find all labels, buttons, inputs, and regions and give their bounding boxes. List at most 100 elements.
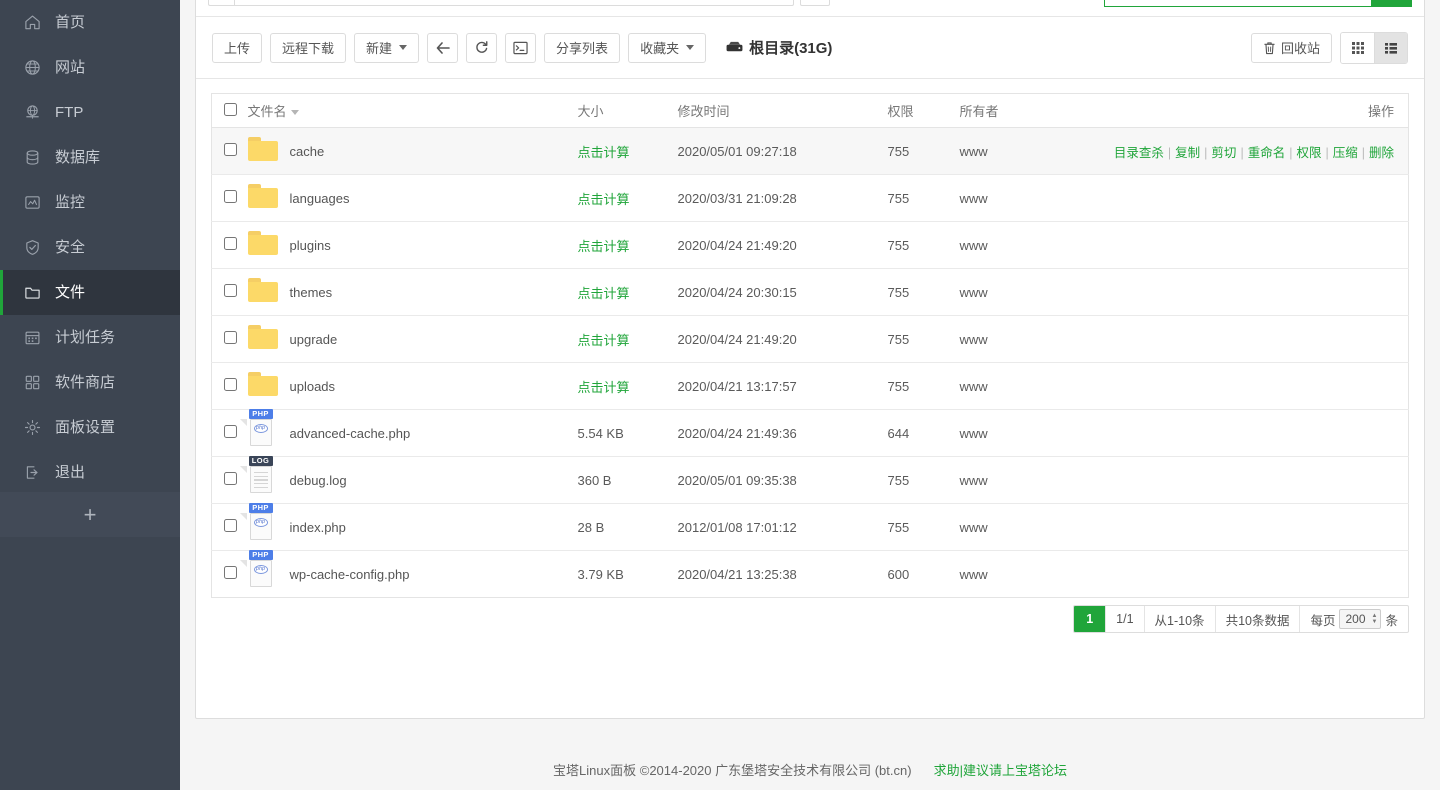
sidebar-item-4[interactable]: 数据库	[0, 135, 180, 180]
row-size[interactable]: 点击计算	[573, 362, 674, 410]
header-owner[interactable]: 所有者	[955, 93, 1076, 128]
file-name[interactable]: plugins	[290, 238, 331, 253]
sidebar-item-1[interactable]: 首页	[0, 0, 180, 45]
grid-view-button[interactable]	[1341, 32, 1374, 63]
sidebar-item-6[interactable]: 安全	[0, 225, 180, 270]
row-checkbox[interactable]	[224, 237, 237, 250]
share-list-button[interactable]: 分享列表	[544, 32, 621, 63]
sidebar: 首页 网站 FTP 数据库监控 安全 文件 计划任务 软件商店 面板设置 退出 +	[0, 0, 180, 790]
sidebar-item-9[interactable]: 软件商店	[0, 360, 180, 405]
row-checkbox[interactable]	[224, 190, 237, 203]
apps-icon	[22, 373, 42, 393]
header-size[interactable]: 大小	[573, 93, 674, 128]
file-name[interactable]: wp-cache-config.php	[290, 567, 410, 582]
header-action: 操作	[1075, 93, 1409, 128]
row-checkbox[interactable]	[224, 331, 237, 344]
row-permission[interactable]: 644	[883, 409, 956, 457]
select-all-checkbox[interactable]	[224, 102, 237, 116]
search-input[interactable]	[1105, 0, 1255, 6]
header-perm[interactable]: 权限	[883, 93, 956, 128]
row-action-2[interactable]: 复制	[1175, 146, 1200, 160]
file-name[interactable]: debug.log	[290, 473, 347, 488]
table-row[interactable]: cache 点击计算 2020/05/01 09:27:18 755 www 目录查杀 | 复…	[211, 127, 1409, 175]
sidebar-item-11[interactable]: 退出	[0, 450, 180, 495]
refresh-button[interactable]	[466, 32, 498, 63]
copy-icon[interactable]	[800, 0, 830, 6]
go-back-button[interactable]	[427, 32, 459, 63]
row-owner: www	[959, 566, 988, 582]
row-size[interactable]: 点击计算	[573, 268, 674, 316]
row-action-7[interactable]: 删除	[1369, 146, 1394, 160]
folder-icon	[247, 372, 278, 400]
row-permission[interactable]: 755	[883, 221, 956, 269]
breadcrumb-back-icon[interactable]	[208, 0, 234, 6]
terminal-button[interactable]	[505, 32, 537, 63]
file-name[interactable]: index.php	[290, 520, 346, 535]
row-action-4[interactable]: 重命名	[1248, 146, 1286, 160]
table-row[interactable]: themes 点击计算 2020/04/24 20:30:15 755 www	[211, 268, 1409, 316]
row-permission[interactable]: 755	[883, 503, 956, 551]
row-checkbox[interactable]	[224, 519, 237, 532]
row-size[interactable]: 点击计算	[573, 315, 674, 363]
row-action-5[interactable]: 权限	[1296, 146, 1321, 160]
remote-download-button[interactable]: 远程下载	[270, 32, 347, 63]
row-checkbox[interactable]	[224, 143, 237, 156]
page-number-1[interactable]: 1	[1074, 606, 1107, 632]
sidebar-add-button[interactable]: +	[0, 492, 180, 537]
row-permission[interactable]: 755	[883, 315, 956, 363]
sidebar-item-10[interactable]: 面板设置	[0, 405, 180, 450]
file-name[interactable]: themes	[290, 285, 333, 300]
row-checkbox[interactable]	[224, 425, 237, 438]
upload-button[interactable]: 上传	[212, 32, 263, 63]
row-checkbox[interactable]	[224, 284, 237, 297]
table-row[interactable]: php PHP index.php 28 B 2012/01/08 17:01:12 75…	[211, 503, 1409, 551]
row-size[interactable]: 点击计算	[573, 221, 674, 269]
row-action-3[interactable]: 剪切	[1211, 146, 1236, 160]
row-checkbox[interactable]	[224, 378, 237, 391]
table-row[interactable]: upgrade 点击计算 2020/04/24 21:49:20 755 www	[211, 315, 1409, 363]
favorites-button[interactable]: 收藏夹	[628, 32, 707, 63]
table-row[interactable]: php PHP advanced-cache.php 5.54 KB 2020/04/2…	[211, 409, 1409, 457]
per-page-stepper[interactable]: ▲ ▼	[1369, 609, 1379, 629]
row-size[interactable]: 点击计算	[573, 127, 674, 175]
row-size[interactable]: 点击计算	[573, 174, 674, 222]
sort-desc-icon[interactable]	[290, 110, 299, 116]
sidebar-item-7[interactable]: 文件	[0, 270, 180, 315]
table-row[interactable]: uploads 点击计算 2020/04/21 13:17:57 755 www	[211, 362, 1409, 410]
file-name[interactable]: languages	[290, 191, 350, 206]
row-permission[interactable]: 755	[883, 362, 956, 410]
row-action-6[interactable]: 压缩	[1333, 146, 1358, 160]
file-name[interactable]: uploads	[290, 379, 336, 394]
recycle-bin-button[interactable]: 回收站	[1250, 32, 1332, 63]
row-checkbox[interactable]	[224, 566, 237, 579]
file-name[interactable]: advanced-cache.php	[290, 426, 411, 441]
table-row[interactable]: plugins 点击计算 2020/04/24 21:49:20 755 www	[211, 221, 1409, 269]
globe-icon	[22, 58, 42, 78]
row-permission[interactable]: 755	[883, 127, 956, 175]
favorites-button-label: 收藏夹	[640, 41, 680, 56]
search-button[interactable]	[1372, 0, 1412, 7]
row-checkbox[interactable]	[224, 472, 237, 485]
refresh-icon	[476, 41, 488, 53]
header-mtime[interactable]: 修改时间	[673, 93, 884, 128]
file-name[interactable]: upgrade	[290, 332, 338, 347]
file-name[interactable]: cache	[290, 144, 325, 159]
per-page-group: 每页 ▲▼ 条	[1300, 606, 1408, 632]
footer-forum-link[interactable]: 求助|建议请上宝塔论坛	[934, 760, 1067, 779]
row-permission[interactable]: 755	[883, 268, 956, 316]
row-permission[interactable]: 600	[884, 551, 956, 598]
sidebar-item-label: 数据库	[55, 149, 101, 166]
table-row[interactable]: LOG debug.log 360 B 2020/05/01 09:35:38 755 w…	[211, 456, 1409, 504]
table-row[interactable]: php PHP wp-cache-config.php 3.79 KB 2020/04/…	[212, 550, 1409, 598]
list-view-button[interactable]	[1374, 32, 1407, 63]
header-name[interactable]: 文件名	[243, 93, 574, 128]
row-permission[interactable]: 755	[883, 456, 956, 504]
sidebar-item-8[interactable]: 计划任务	[0, 315, 180, 360]
row-permission[interactable]: 755	[883, 174, 956, 222]
sidebar-item-3[interactable]: FTP	[0, 90, 180, 135]
sidebar-item-2[interactable]: 网站	[0, 45, 180, 90]
table-row[interactable]: languages 点击计算 2020/03/31 21:09:28 755 www	[211, 174, 1409, 222]
row-action-1[interactable]: 目录查杀	[1114, 146, 1164, 160]
new-button[interactable]: 新建	[354, 32, 420, 63]
sidebar-item-5[interactable]: 监控	[0, 180, 180, 225]
